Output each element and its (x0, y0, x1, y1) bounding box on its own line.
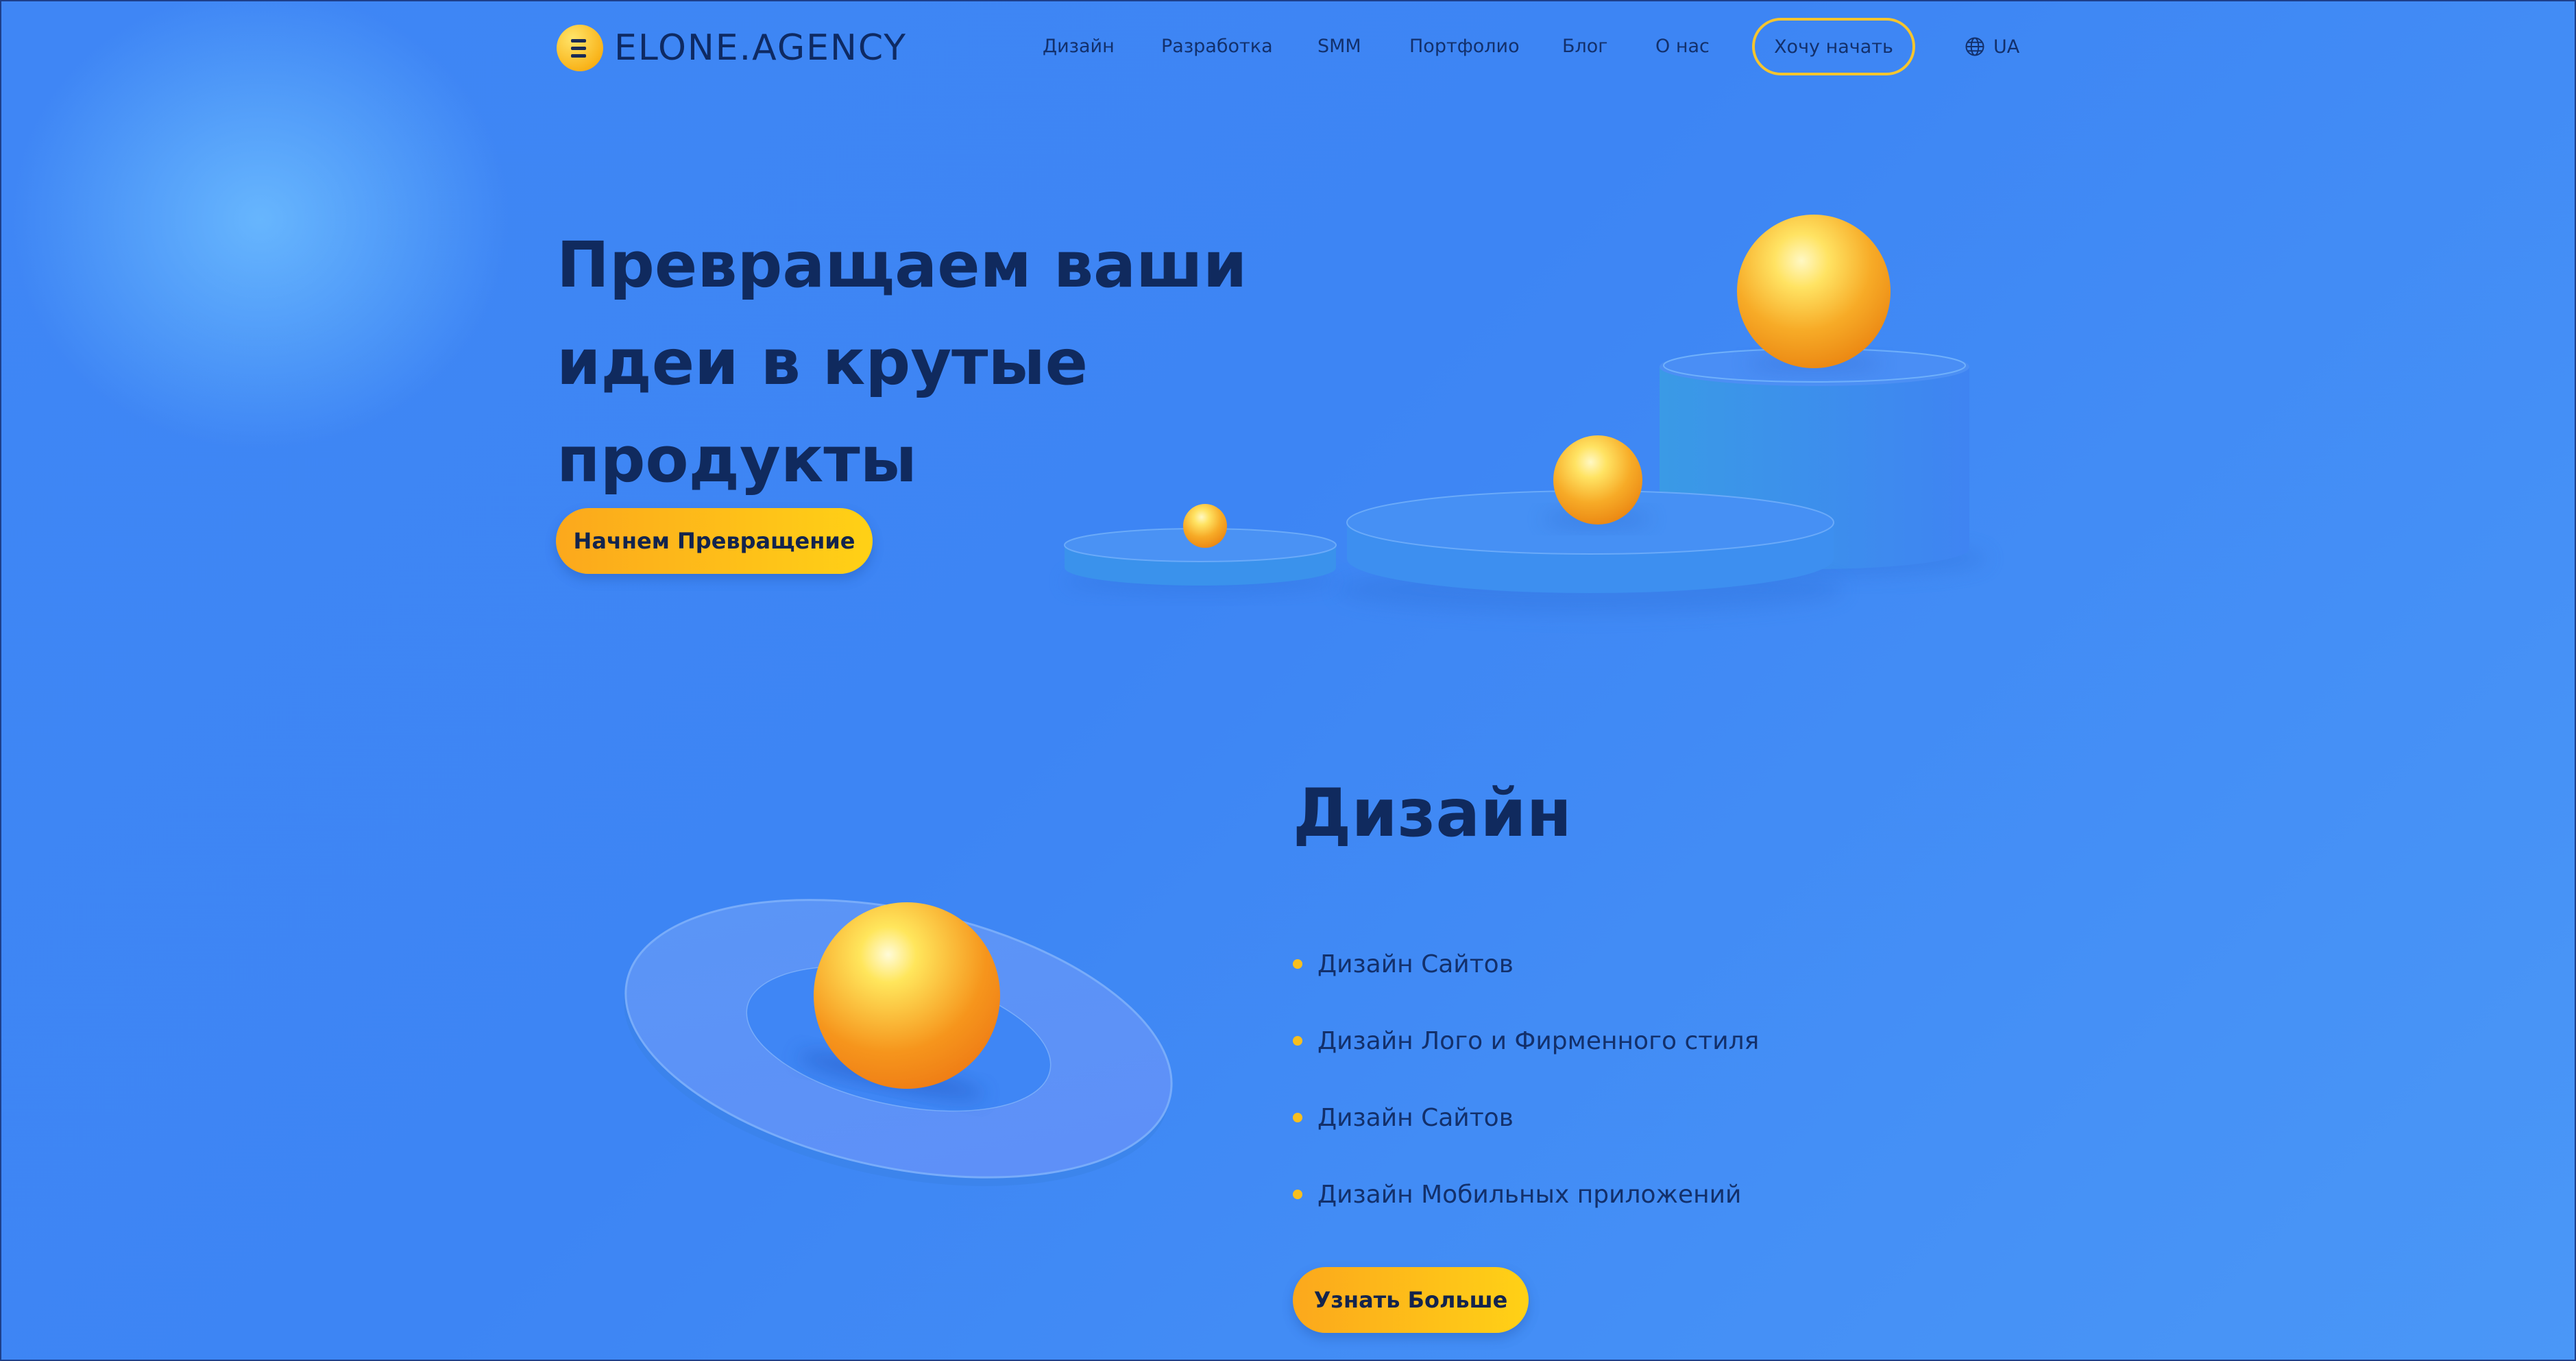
list-item-label: Дизайн Лого и Фирменного стиля (1317, 1026, 1760, 1055)
language-switcher[interactable]: UA (1965, 33, 2019, 60)
list-item-label: Дизайн Мобильных приложений (1317, 1180, 1742, 1209)
start-transformation-button[interactable]: Начнем Превращение (556, 508, 873, 574)
decorative-art (624, 215, 1988, 1186)
design-services-list: Дизайн Сайтов Дизайн Лого и Фирменного с… (1293, 926, 1759, 1233)
bullet-icon (1293, 1113, 1302, 1122)
language-label: UA (1993, 36, 2020, 58)
globe-icon (1965, 37, 1984, 56)
start-button[interactable]: Хочу начать (1752, 18, 1915, 75)
nav-item-portfolio[interactable]: Портфолио (1409, 33, 1520, 60)
bullet-icon (1293, 959, 1302, 969)
list-item: Дизайн Мобильных приложений (1293, 1156, 1759, 1233)
list-item: Дизайн Сайтов (1293, 1079, 1759, 1156)
design-section-title: Дизайн (1293, 775, 1572, 852)
bullet-icon (1293, 1036, 1302, 1046)
sphere-medium (1553, 435, 1642, 525)
list-item: Дизайн Лого и Фирменного стиля (1293, 1002, 1759, 1079)
bullet-icon (1293, 1190, 1302, 1199)
sphere-large (1737, 215, 1891, 368)
nav-item-smm[interactable]: SMM (1317, 33, 1361, 60)
logo-mark-icon (557, 25, 603, 71)
nav-item-development[interactable]: Разработка (1161, 33, 1273, 60)
sphere-small (1183, 504, 1227, 548)
list-item-label: Дизайн Сайтов (1317, 1103, 1514, 1132)
logo[interactable]: ELONE.AGENCY (557, 23, 907, 73)
nav-item-about[interactable]: О нас (1655, 33, 1710, 60)
hero-title: Превращаем ваши идеи в крутые продукты (557, 228, 1248, 496)
sphere-ring (814, 902, 1000, 1089)
list-item-label: Дизайн Сайтов (1317, 950, 1514, 978)
learn-more-button[interactable]: Узнать Больше (1293, 1267, 1529, 1333)
list-item: Дизайн Сайтов (1293, 926, 1759, 1002)
nav-item-design[interactable]: Дизайн (1043, 33, 1115, 60)
logo-text: ELONE.AGENCY (614, 27, 908, 69)
nav-item-blog[interactable]: Блог (1562, 33, 1608, 60)
